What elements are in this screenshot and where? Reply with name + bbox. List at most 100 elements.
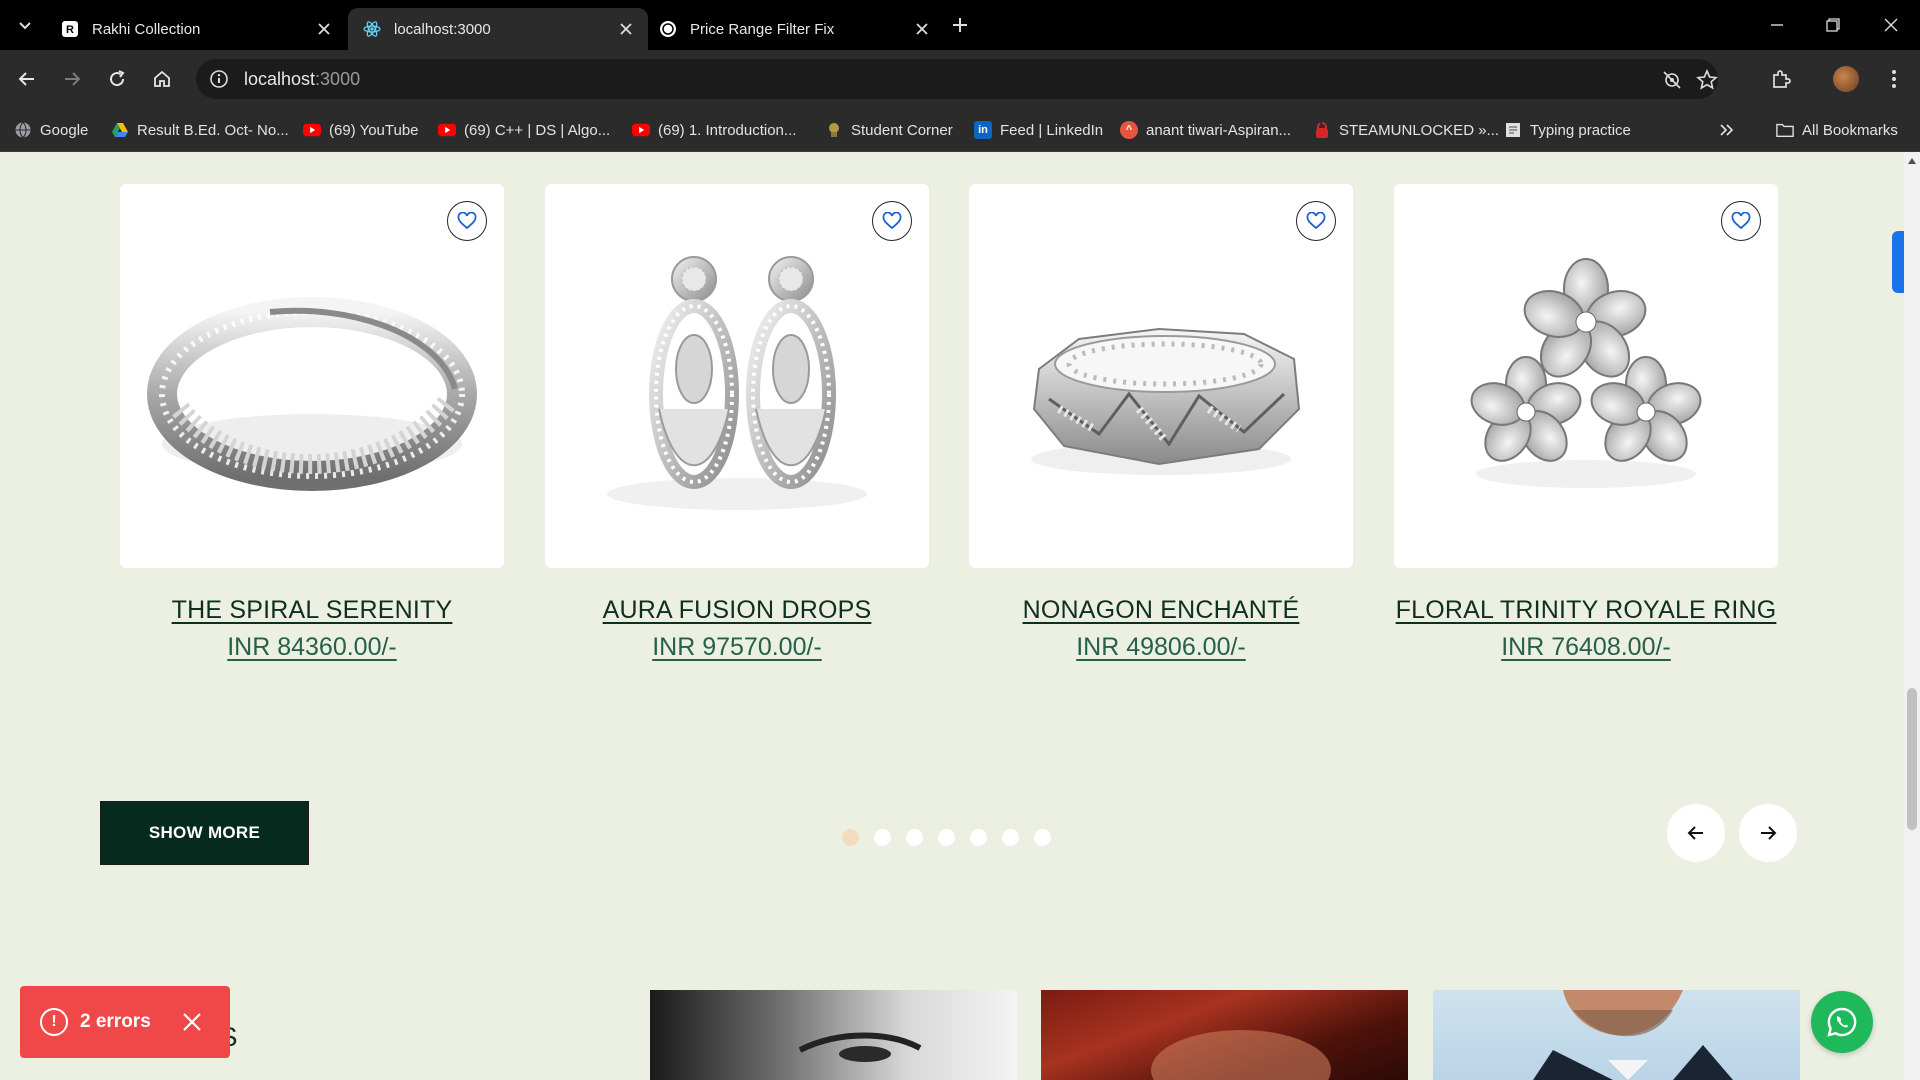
product-card[interactable]: NONAGON ENCHANTÉ INR 49806.00/- <box>969 184 1353 662</box>
bookmark-student-corner[interactable]: Student Corner <box>825 119 953 141</box>
product-price[interactable]: INR 49806.00/- <box>969 633 1353 662</box>
extensions-icon[interactable] <box>1767 65 1795 93</box>
close-icon[interactable] <box>181 1011 203 1033</box>
wishlist-heart-icon[interactable] <box>872 201 912 241</box>
more-bookmarks-icon[interactable] <box>1718 119 1734 141</box>
carousel-prev-button[interactable] <box>1667 804 1725 862</box>
product-name[interactable]: FLORAL TRINITY ROYALE RING <box>1394 596 1778 625</box>
new-tab-icon[interactable] <box>948 13 972 37</box>
collection-image-woman[interactable] <box>650 990 1017 1080</box>
drive-icon <box>111 121 129 139</box>
unstop-icon: ^ <box>1120 121 1138 139</box>
product-card[interactable]: AURA FUSION DROPS INR 97570.00/- <box>545 184 929 662</box>
product-image[interactable] <box>1394 184 1778 568</box>
carousel-next-button[interactable] <box>1739 804 1797 862</box>
site-info-icon[interactable] <box>208 68 230 90</box>
carousel-dot[interactable] <box>1034 829 1051 846</box>
chatgpt-icon <box>658 19 678 39</box>
product-price[interactable]: INR 84360.00/- <box>120 633 504 662</box>
react-icon <box>362 19 382 39</box>
youtube-icon <box>438 121 456 139</box>
tab-localhost[interactable]: localhost:3000 <box>348 8 648 50</box>
collection-image-man[interactable] <box>1433 990 1800 1080</box>
browser-chrome: R Rakhi Collection localhost:3000 Price … <box>0 0 1920 152</box>
bookmark-result[interactable]: Result B.Ed. Oct- No... <box>111 119 289 141</box>
bookmark-steamunlocked[interactable]: STEAMUNLOCKED »... <box>1313 119 1499 141</box>
back-icon[interactable] <box>13 65 41 93</box>
close-tab-icon[interactable] <box>616 19 636 39</box>
all-bookmarks[interactable]: All Bookmarks <box>1776 119 1898 141</box>
carousel-dot[interactable] <box>874 829 891 846</box>
close-window-icon[interactable] <box>1878 12 1904 38</box>
carousel-dot[interactable] <box>842 829 859 846</box>
restore-icon[interactable] <box>1820 12 1846 38</box>
carousel-pagination <box>842 829 1051 847</box>
bookmark-linkedin[interactable]: in Feed | LinkedIn <box>974 119 1103 141</box>
wishlist-heart-icon[interactable] <box>1721 201 1761 241</box>
bookmarks-bar: Google Result B.Ed. Oct- No... (69) YouT… <box>0 108 1920 152</box>
tab-rakhi-collection[interactable]: R Rakhi Collection <box>46 8 346 50</box>
profile-avatar[interactable] <box>1833 66 1859 92</box>
emblem-icon <box>825 121 843 139</box>
page-content: THE SPIRAL SERENITY INR 84360.00/- AURA … <box>0 152 1904 1080</box>
bookmark-star-icon[interactable] <box>1696 68 1718 91</box>
nonagon-band-image <box>1031 327 1301 475</box>
arrow-left-icon <box>1687 826 1703 840</box>
reload-icon[interactable] <box>103 65 131 93</box>
tab-price-range-filter-fix[interactable]: Price Range Filter Fix <box>644 8 944 50</box>
bookmark-typing-practice[interactable]: Typing practice <box>1504 119 1631 141</box>
tab-title: Rakhi Collection <box>92 20 201 38</box>
tab-search-button[interactable] <box>14 14 36 36</box>
product-name[interactable]: AURA FUSION DROPS <box>545 596 929 625</box>
browser-menu-icon[interactable] <box>1880 65 1908 93</box>
minimize-icon[interactable] <box>1764 12 1790 38</box>
error-toast[interactable]: ! 2 errors <box>20 986 230 1058</box>
close-tab-icon[interactable] <box>314 19 334 39</box>
forward-icon[interactable] <box>58 65 86 93</box>
scrollbar-thumb[interactable] <box>1907 688 1917 830</box>
whatsapp-icon <box>1827 1007 1857 1037</box>
whatsapp-chat-button[interactable] <box>1811 991 1873 1053</box>
product-name[interactable]: NONAGON ENCHANTÉ <box>969 596 1353 625</box>
product-card[interactable]: FLORAL TRINITY ROYALE RING INR 76408.00/… <box>1394 184 1778 662</box>
site-logo-icon: R <box>60 19 80 39</box>
tab-title: localhost:3000 <box>394 20 491 38</box>
linkedin-icon: in <box>974 121 992 139</box>
wishlist-heart-icon[interactable] <box>1296 201 1336 241</box>
bookmark-youtube[interactable]: (69) YouTube <box>303 119 419 141</box>
carousel-dot[interactable] <box>938 829 955 846</box>
document-icon <box>1504 121 1522 139</box>
carousel-dot[interactable] <box>1002 829 1019 846</box>
address-bar[interactable]: localhost:3000 <box>196 59 1718 99</box>
close-tab-icon[interactable] <box>912 19 932 39</box>
show-more-button[interactable]: SHOW MORE <box>100 801 309 865</box>
home-icon[interactable] <box>148 65 176 93</box>
drop-earrings-image <box>607 256 867 510</box>
page-scrollbar[interactable] <box>1904 152 1920 1080</box>
carousel-dot[interactable] <box>970 829 987 846</box>
tracking-protection-icon[interactable] <box>1661 69 1683 91</box>
product-price[interactable]: INR 76408.00/- <box>1394 633 1778 662</box>
globe-icon <box>14 121 32 139</box>
youtube-icon <box>303 121 321 139</box>
steam-icon <box>1313 121 1331 139</box>
side-panel-handle[interactable] <box>1892 231 1904 293</box>
bookmark-google[interactable]: Google <box>14 119 88 141</box>
product-image[interactable] <box>545 184 929 568</box>
product-image[interactable] <box>969 184 1353 568</box>
scroll-up-icon[interactable] <box>1908 158 1916 164</box>
collection-image-hand[interactable] <box>1041 990 1408 1080</box>
bookmark-unstop[interactable]: ^ anant tiwari-Aspiran... <box>1120 119 1291 141</box>
wishlist-heart-icon[interactable] <box>447 201 487 241</box>
product-image[interactable] <box>120 184 504 568</box>
browser-toolbar: localhost:3000 <box>0 50 1920 108</box>
product-name[interactable]: THE SPIRAL SERENITY <box>120 596 504 625</box>
bookmark-introduction-youtube[interactable]: (69) 1. Introduction... <box>632 119 796 141</box>
bookmark-cpp-youtube[interactable]: (69) C++ | DS | Algo... <box>438 119 610 141</box>
url-text: localhost:3000 <box>244 68 361 89</box>
tab-title: Price Range Filter Fix <box>690 20 835 38</box>
product-card[interactable]: THE SPIRAL SERENITY INR 84360.00/- <box>120 184 504 662</box>
product-price[interactable]: INR 97570.00/- <box>545 633 929 662</box>
arrow-right-icon <box>1761 826 1777 840</box>
carousel-dot[interactable] <box>906 829 923 846</box>
